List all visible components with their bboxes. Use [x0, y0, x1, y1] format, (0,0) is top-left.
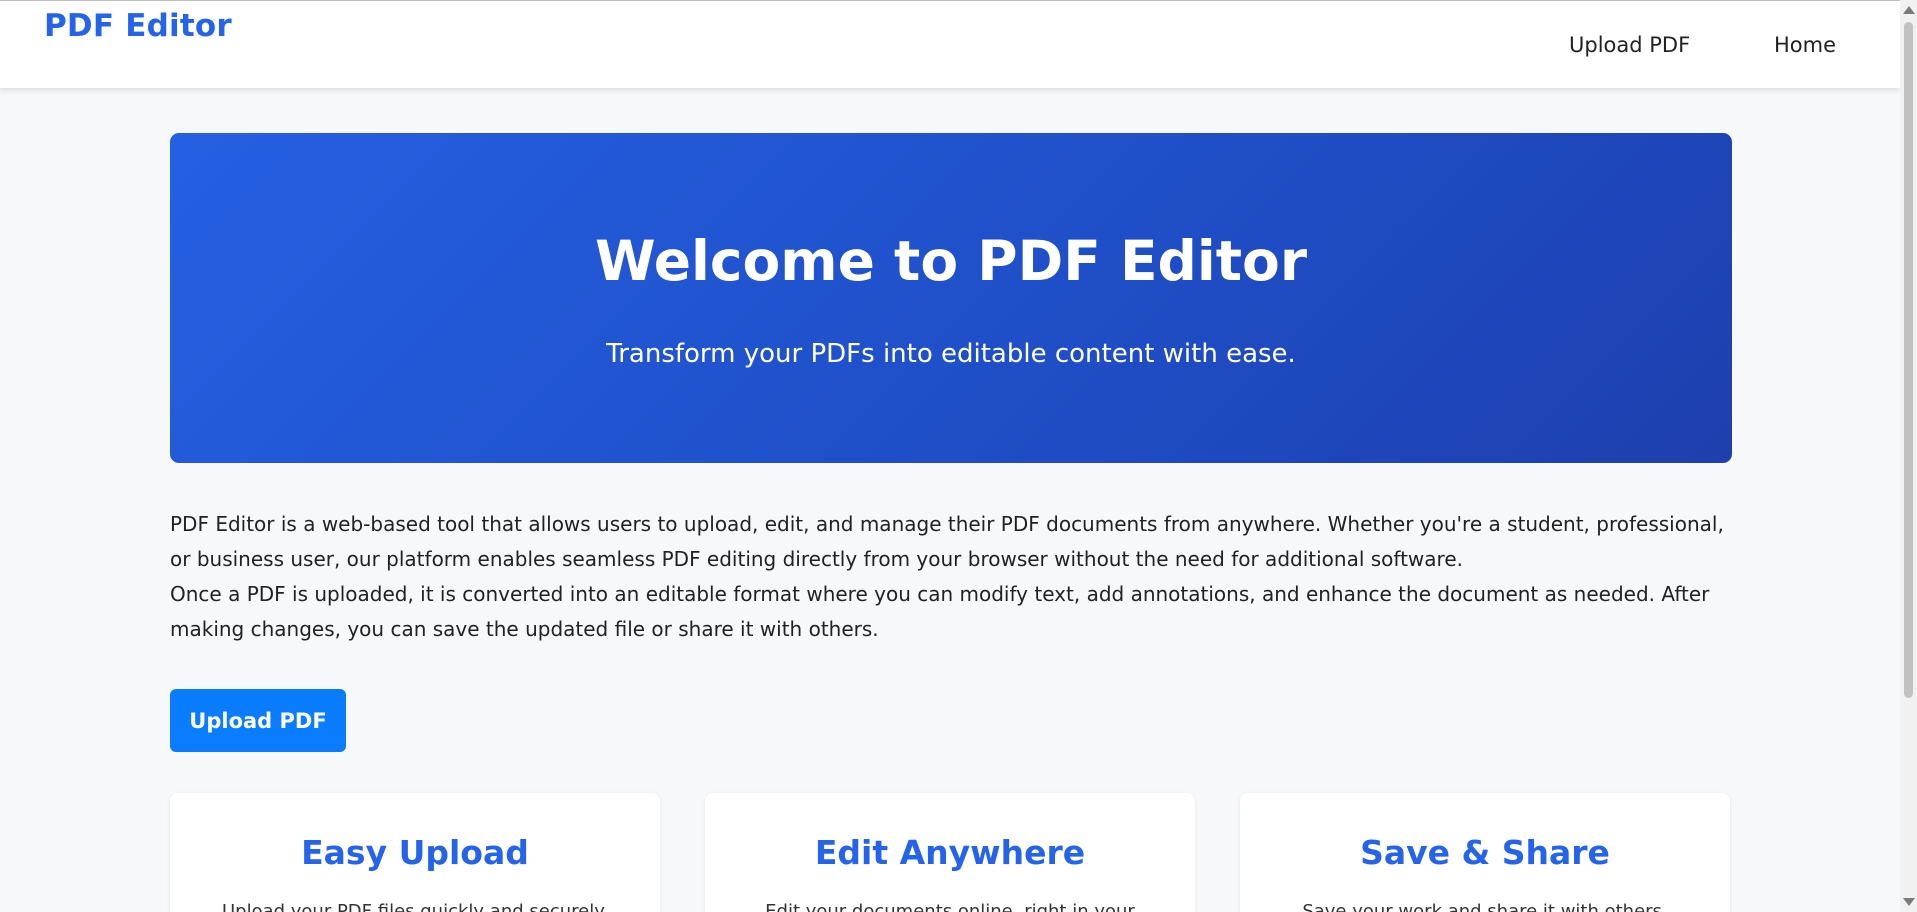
scroll-up-arrow-icon[interactable] [1903, 6, 1915, 14]
description-paragraph-1: PDF Editor is a web-based tool that allo… [170, 512, 1724, 571]
description: PDF Editor is a web-based tool that allo… [170, 507, 1750, 647]
feature-card-title: Edit Anywhere [814, 833, 1086, 872]
scrollbar-thumb[interactable] [1904, 22, 1913, 698]
feature-card-save-share: Save & Share Save your work and share it… [1240, 793, 1730, 912]
feature-card-easy-upload: Easy Upload Upload your PDF files quickl… [170, 793, 660, 912]
hero-title: Welcome to PDF Editor [595, 229, 1307, 293]
hero-subtitle: Transform your PDFs into editable conten… [606, 339, 1296, 369]
feature-card-title: Save & Share [1360, 833, 1610, 872]
brand-logo[interactable]: PDF Editor [44, 8, 232, 44]
nav-link-home[interactable]: Home [1774, 33, 1836, 57]
feature-card-text: Edit your documents online, right in you… [765, 901, 1135, 912]
feature-card-text: Upload your PDF files quickly and secure… [221, 901, 609, 912]
upload-pdf-button[interactable]: Upload PDF [170, 689, 346, 752]
page: PDF Editor Upload PDF Home Welcome to PD… [0, 0, 1900, 912]
navbar: PDF Editor Upload PDF Home [0, 1, 1900, 88]
scroll-down-arrow-icon[interactable] [1903, 898, 1915, 906]
description-paragraph-2: Once a PDF is uploaded, it is converted … [170, 582, 1710, 641]
hero-banner: Welcome to PDF Editor Transform your PDF… [170, 133, 1732, 463]
nav-link-upload-pdf[interactable]: Upload PDF [1569, 33, 1690, 57]
feature-card-text: Save your work and share it with others. [1302, 901, 1668, 912]
feature-card-title: Easy Upload [301, 833, 529, 872]
browser-viewport: PDF Editor Upload PDF Home Welcome to PD… [0, 0, 1917, 912]
feature-card-edit-anywhere: Edit Anywhere Edit your documents online… [705, 793, 1195, 912]
vertical-scrollbar[interactable] [1900, 0, 1917, 912]
